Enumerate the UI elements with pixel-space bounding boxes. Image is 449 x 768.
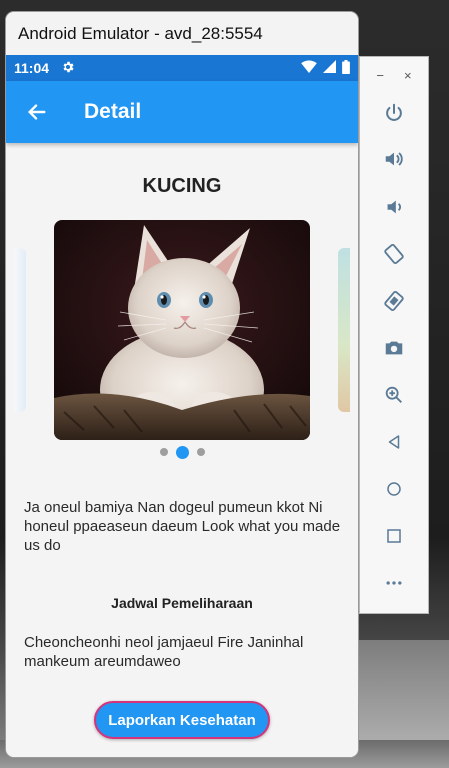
back-button[interactable] — [379, 429, 409, 459]
wifi-icon — [301, 60, 317, 76]
camera-button[interactable] — [379, 335, 409, 365]
zoom-icon — [383, 384, 405, 411]
carousel-indicator — [6, 445, 358, 459]
more-icon — [384, 573, 404, 598]
detail-content[interactable]: KUCING Ja oneul bamiya Nan dogeul pumeun… — [6, 143, 358, 757]
volume-up-button[interactable] — [379, 146, 409, 176]
signal-icon — [323, 60, 336, 76]
kitten-image — [54, 220, 310, 440]
rotate-right-button[interactable] — [379, 288, 409, 318]
rotate-left-button[interactable] — [379, 241, 409, 271]
emulator-side-toolbar: − × — [360, 57, 428, 613]
rotate-left-icon — [383, 243, 405, 270]
carousel-prev-slide[interactable] — [14, 248, 26, 412]
back-arrow-icon[interactable] — [26, 100, 50, 124]
app-bar: Detail — [6, 81, 358, 143]
carousel-next-slide[interactable] — [338, 248, 350, 412]
overview-button[interactable] — [379, 523, 409, 553]
window-title: Android Emulator - avd_28:5554 — [18, 23, 263, 43]
report-health-button[interactable]: Laporkan Kesehatan — [94, 701, 270, 739]
minimize-button[interactable]: − — [376, 68, 384, 83]
status-time: 11:04 — [14, 60, 50, 76]
emulator-window: Android Emulator - avd_28:5554 11:04 Det… — [6, 12, 358, 757]
detail-heading: KUCING — [142, 175, 222, 197]
volume-up-icon — [383, 148, 405, 175]
carousel-dot[interactable] — [196, 448, 205, 456]
status-bar: 11:04 — [6, 55, 358, 81]
battery-icon — [342, 59, 350, 77]
detail-description: Ja oneul bamiya Nan dogeul pumeun kkot N… — [24, 499, 341, 554]
toolbar-window-controls: − × — [360, 57, 428, 93]
carousel-active-slide[interactable] — [54, 220, 310, 440]
home-icon — [385, 480, 403, 503]
volume-down-button[interactable] — [379, 194, 409, 224]
schedule-heading: Jadwal Pemeliharaan — [111, 595, 253, 611]
carousel-dot[interactable] — [159, 448, 168, 456]
rotate-right-icon — [383, 290, 405, 317]
image-carousel[interactable] — [6, 220, 358, 442]
carousel-dot[interactable] — [175, 445, 189, 459]
back-icon — [385, 433, 403, 456]
overview-icon — [385, 527, 403, 550]
schedule-text: Cheoncheonhi neol jamjaeul Fire Janinhal… — [24, 634, 304, 670]
power-icon — [383, 102, 405, 129]
phone-screen: 11:04 Detail KUCING Ja oneul bamiya Nan … — [6, 55, 358, 757]
home-button[interactable] — [379, 476, 409, 506]
power-button[interactable] — [379, 100, 409, 130]
settings-gear-icon — [61, 60, 75, 77]
volume-down-icon — [383, 196, 405, 223]
more-button[interactable] — [379, 570, 409, 600]
app-bar-title: Detail — [84, 100, 142, 123]
status-icons — [301, 59, 350, 77]
zoom-button[interactable] — [379, 382, 409, 412]
camera-icon — [383, 337, 405, 364]
window-title-bar[interactable]: Android Emulator - avd_28:5554 — [6, 12, 358, 55]
close-button[interactable]: × — [404, 68, 412, 83]
